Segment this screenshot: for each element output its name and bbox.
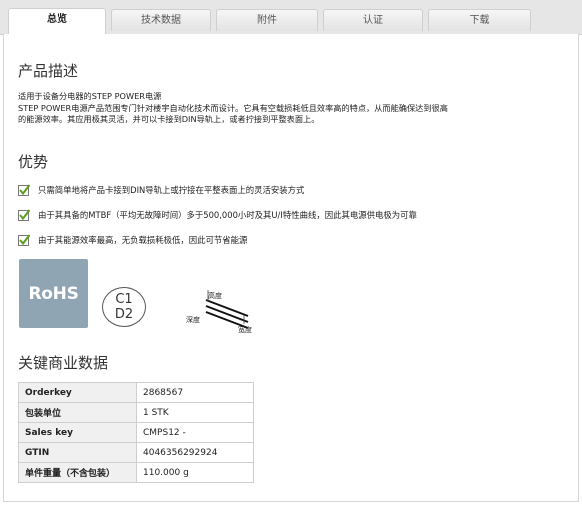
key-cell: 包装单位 — [18, 402, 137, 423]
tab-technical-data[interactable]: 技术数据 — [111, 9, 211, 31]
value-cell: 1 STK — [136, 402, 254, 423]
advantages-heading: 优势 — [18, 153, 49, 171]
description-line: 的能源效率。其应用极其灵活，并可以卡接到DIN导轨上，或者拧接到平整表面上。 — [18, 114, 320, 125]
depth-label: 深度 — [186, 315, 200, 324]
c1-label: C1 — [115, 292, 133, 307]
rohs-label: RoHS — [28, 283, 79, 304]
d2-label: D2 — [114, 307, 134, 322]
table-row: 包装单位 1 STK — [18, 402, 254, 423]
tab-accessories[interactable]: 附件 — [216, 9, 318, 31]
description-line: STEP POWER电源产品范围专门针对楼宇自动化技术而设计。它具有空载损耗低且… — [18, 102, 448, 113]
value-cell: 2868567 — [136, 382, 254, 403]
tab-bar: 总览 技术数据 附件 认证 下载 — [0, 0, 582, 35]
key-data-table: Orderkey 2868567 包装单位 1 STK Sales key CM… — [18, 382, 254, 483]
value-cell: CMPS12 - — [136, 422, 254, 443]
table-row: Sales key CMPS12 - — [18, 422, 254, 443]
value-cell: 110.000 g — [136, 462, 254, 483]
product-description-text: 适用于设备分电器的STEP POWER电源 STEP POWER电源产品范围专门… — [18, 91, 566, 126]
advantage-item: 由于其具备的MTBF（平均无故障时间）多于500,000小时及其U/I特性曲线，… — [18, 208, 417, 222]
table-row: GTIN 4046356292924 — [18, 442, 254, 463]
key-cell: GTIN — [18, 442, 137, 463]
c1-d2-badge: C1 D2 — [102, 287, 146, 327]
value-cell: 4046356292924 — [136, 442, 254, 463]
checkmark-icon — [18, 234, 30, 246]
advantage-text: 由于其能源效率最高，无负载损耗极低，因此可节省能源 — [38, 235, 248, 245]
tab-approvals[interactable]: 认证 — [323, 9, 423, 31]
rohs-logo: RoHS — [19, 259, 88, 328]
checkmark-icon — [18, 209, 30, 221]
advantage-text: 只需简单地将产品卡接到DIN导轨上或拧接在平整表面上的灵活安装方式 — [38, 185, 305, 195]
key-cell: Sales key — [18, 422, 137, 443]
advantage-item: 只需简单地将产品卡接到DIN导轨上或拧接在平整表面上的灵活安装方式 — [18, 183, 304, 197]
checkmark-icon — [18, 184, 30, 196]
table-row: 单件重量（不含包装） 110.000 g — [18, 462, 254, 483]
tab-overview[interactable]: 总览 — [8, 8, 106, 34]
key-cell: Orderkey — [18, 382, 137, 403]
advantage-text: 由于其具备的MTBF（平均无故障时间）多于500,000小时及其U/I特性曲线，… — [38, 210, 417, 220]
description-line: 适用于设备分电器的STEP POWER电源 — [18, 91, 162, 101]
key-cell: 单件重量（不含包装） — [18, 462, 137, 483]
product-description-heading: 产品描述 — [18, 62, 79, 80]
advantage-item: 由于其能源效率最高，无负载损耗极低，因此可节省能源 — [18, 233, 247, 247]
dimensions-icon: 高度 深度 宽度 — [186, 290, 252, 334]
tab-downloads[interactable]: 下载 — [428, 9, 531, 31]
table-row: Orderkey 2868567 — [18, 382, 254, 403]
width-label: 宽度 — [238, 325, 252, 334]
key-data-heading: 关键商业数据 — [18, 354, 109, 372]
height-label: 高度 — [208, 291, 222, 300]
